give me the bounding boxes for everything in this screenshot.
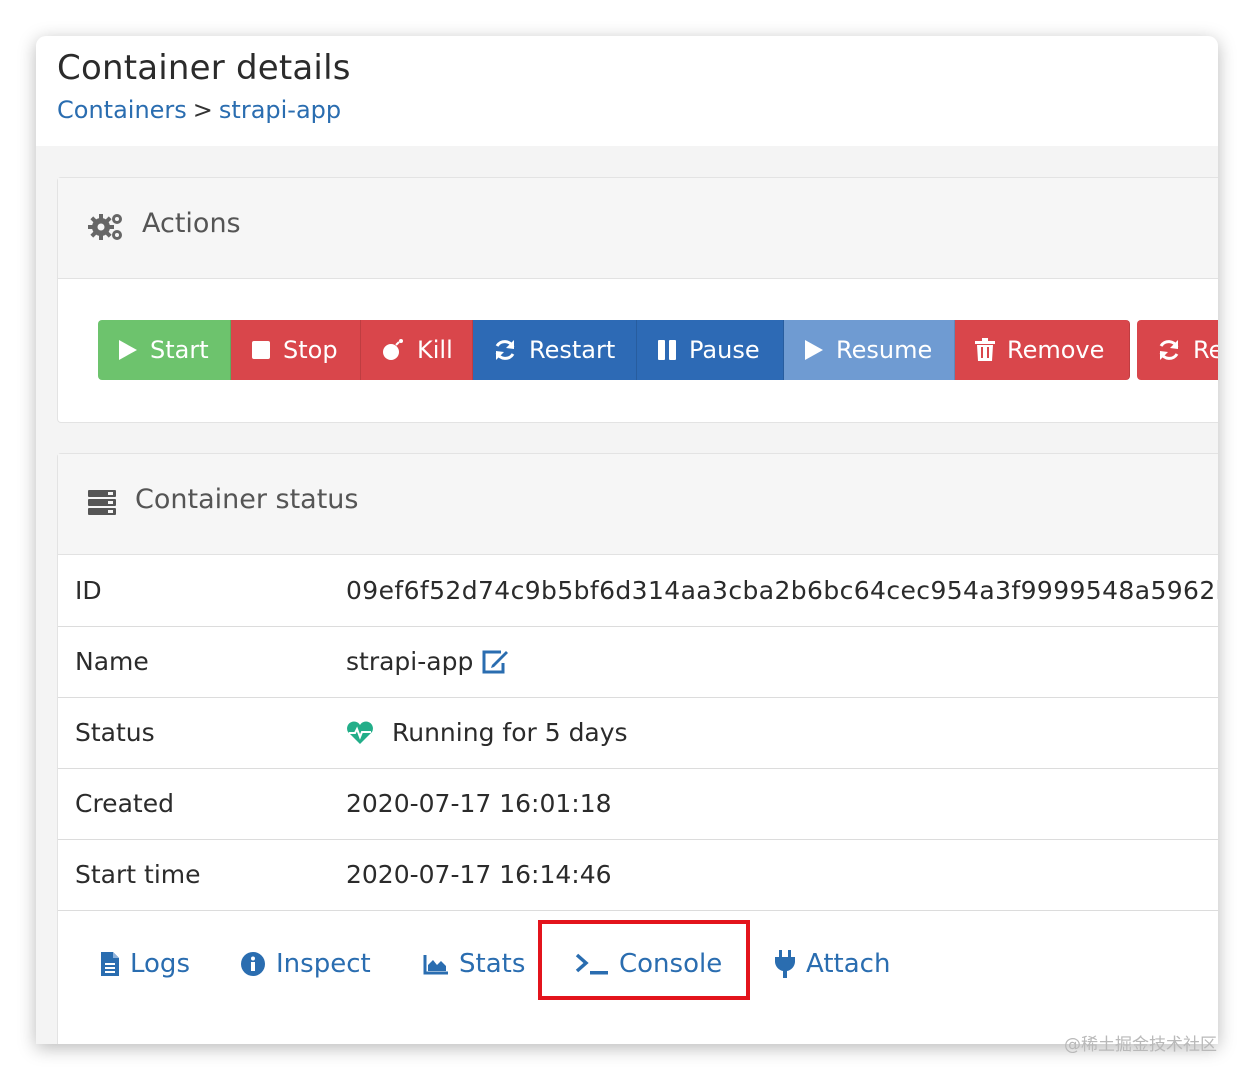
pause-button-label: Pause xyxy=(689,336,760,364)
stop-icon xyxy=(252,341,270,359)
kill-button[interactable]: Kill xyxy=(361,320,473,380)
row-key: Name xyxy=(75,647,149,676)
start-time-value: 2020-07-17 16:14:46 xyxy=(346,860,612,889)
breadcrumb-separator: > xyxy=(192,96,213,124)
container-status-title: Container status xyxy=(135,484,359,515)
status-text: Running for 5 days xyxy=(392,718,628,747)
page-title: Container details xyxy=(57,48,351,88)
resume-button[interactable]: Resume xyxy=(784,320,955,380)
created-value: 2020-07-17 16:01:18 xyxy=(346,789,612,818)
row-key: Status xyxy=(75,718,155,747)
area-chart-icon xyxy=(423,955,448,975)
cogs-icon xyxy=(88,214,122,240)
container-status-table: ID 09ef6f52d74c9b5bf6d314aa3cba2b6bc64ce… xyxy=(58,556,1218,911)
play-icon xyxy=(805,340,823,360)
pause-icon xyxy=(658,340,676,360)
stats-link[interactable]: Stats xyxy=(423,949,525,979)
actions-panel-header: Actions xyxy=(58,178,1218,279)
recreate-button[interactable]: Re xyxy=(1137,320,1218,380)
table-row: Created 2020-07-17 16:01:18 xyxy=(58,769,1218,840)
table-row: Status Running for 5 days xyxy=(58,698,1218,769)
restart-button[interactable]: Restart xyxy=(473,320,637,380)
stop-button[interactable]: Stop xyxy=(231,320,361,380)
breadcrumb: Containers > strapi-app xyxy=(57,96,341,124)
info-circle-icon xyxy=(241,952,265,976)
start-button[interactable]: Start xyxy=(98,320,231,380)
edit-icon[interactable] xyxy=(481,649,511,675)
container-name-text: strapi-app xyxy=(346,647,474,676)
stats-link-label: Stats xyxy=(459,949,526,979)
breadcrumb-current[interactable]: strapi-app xyxy=(219,96,341,124)
console-highlight-box xyxy=(538,920,750,1000)
trash-icon xyxy=(975,338,995,361)
row-key: Start time xyxy=(75,860,201,889)
refresh-icon xyxy=(1159,340,1179,360)
container-status-value: Running for 5 days xyxy=(346,718,628,747)
row-key: Created xyxy=(75,789,174,818)
inspect-link[interactable]: Inspect xyxy=(240,949,371,979)
remove-button-label: Remove xyxy=(1007,336,1105,364)
start-button-label: Start xyxy=(150,336,209,364)
table-row: Name strapi-app xyxy=(58,627,1218,698)
pause-button[interactable]: Pause xyxy=(637,320,784,380)
logs-link[interactable]: Logs xyxy=(100,949,190,979)
recreate-button-label: Re xyxy=(1193,336,1218,364)
actions-panel-title: Actions xyxy=(142,208,241,239)
remove-button[interactable]: Remove xyxy=(955,320,1130,380)
watermark: @稀土掘金技术社区 xyxy=(1064,1035,1217,1055)
attach-link-label: Attach xyxy=(806,949,891,979)
server-icon xyxy=(88,490,116,515)
container-name-value: strapi-app xyxy=(346,647,511,676)
plug-icon xyxy=(775,950,795,978)
resume-button-label: Resume xyxy=(836,336,933,364)
actions-panel: Actions Start Stop Kill Restart Pause Re… xyxy=(57,177,1218,423)
logs-link-label: Logs xyxy=(130,949,190,979)
row-key: ID xyxy=(75,576,102,605)
play-icon xyxy=(119,340,137,360)
table-row: ID 09ef6f52d74c9b5bf6d314aa3cba2b6bc64ce… xyxy=(58,556,1218,627)
container-details-window: Container details Containers > strapi-app xyxy=(36,36,1218,1044)
breadcrumb-containers-link[interactable]: Containers xyxy=(57,96,187,124)
restart-button-label: Restart xyxy=(529,336,616,364)
bomb-icon xyxy=(383,339,403,360)
container-status-header: Container status xyxy=(58,454,1218,555)
kill-button-label: Kill xyxy=(417,336,453,364)
heartbeat-icon xyxy=(347,721,373,744)
attach-link[interactable]: Attach xyxy=(774,949,890,979)
file-icon xyxy=(101,952,119,976)
stop-button-label: Stop xyxy=(283,336,338,364)
refresh-icon xyxy=(495,340,515,360)
page-header: Container details Containers > strapi-app xyxy=(36,36,1218,146)
container-id-value: 09ef6f52d74c9b5bf6d314aa3cba2b6bc64cec95… xyxy=(346,576,1218,605)
table-row: Start time 2020-07-17 16:14:46 xyxy=(58,840,1218,911)
inspect-link-label: Inspect xyxy=(276,949,371,979)
